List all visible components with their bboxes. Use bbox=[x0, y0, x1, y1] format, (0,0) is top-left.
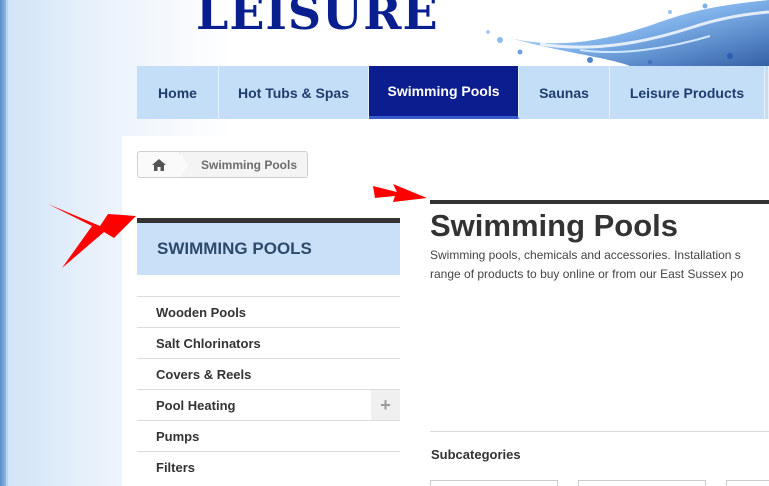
sidebar-category-list: Wooden Pools Salt Chlorinators Covers & … bbox=[137, 296, 400, 482]
sidebar-item-label: Pool Heating bbox=[156, 397, 236, 413]
subcategory-card[interactable] bbox=[726, 480, 769, 486]
subcategory-card[interactable] bbox=[578, 480, 706, 486]
nav-item-hot-tubs-spas[interactable]: Hot Tubs & Spas bbox=[219, 66, 369, 119]
sidebar-item-filters[interactable]: Filters bbox=[137, 451, 400, 482]
page-title: Swimming Pools bbox=[430, 208, 679, 243]
sidebar-item-label: Filters bbox=[156, 459, 196, 475]
sidebar-item-label: Covers & Reels bbox=[156, 366, 252, 382]
sidebar-item-label: Wooden Pools bbox=[156, 304, 247, 320]
subcategories-rule bbox=[430, 431, 769, 432]
subcategories-heading: Subcategories bbox=[431, 447, 521, 462]
description-line: range of products to buy online or from … bbox=[430, 267, 744, 281]
nav-item-swimming-pools[interactable]: Swimming Pools bbox=[369, 66, 519, 119]
breadcrumb: Swimming Pools bbox=[137, 151, 308, 178]
water-splash-graphic bbox=[486, 0, 769, 66]
main-navigation: Home Hot Tubs & Spas Swimming Pools Saun… bbox=[137, 66, 769, 119]
nav-item-home[interactable]: Home bbox=[137, 66, 219, 119]
site-logo[interactable]: LEISURE bbox=[196, 0, 439, 40]
title-rule bbox=[430, 200, 769, 204]
nav-item-leisure-products[interactable]: Leisure Products bbox=[610, 66, 765, 119]
annotation-double-arrow-icon bbox=[373, 184, 427, 202]
sidebar-item-label: Salt Chlorinators bbox=[156, 335, 261, 351]
sidebar-item-pumps[interactable]: Pumps bbox=[137, 420, 400, 451]
subcategory-card[interactable] bbox=[430, 480, 558, 486]
breadcrumb-current: Swimming Pools bbox=[201, 157, 298, 172]
sidebar-item-label: Pumps bbox=[156, 428, 200, 444]
annotation-arrow-icon bbox=[48, 204, 136, 268]
description-line: Swimming pools, chemicals and accessorie… bbox=[430, 248, 741, 262]
sidebar-item-wooden-pools[interactable]: Wooden Pools bbox=[137, 296, 400, 327]
window-left-edge-highlight bbox=[6, 0, 8, 486]
category-description: Swimming pools, chemicals and accessorie… bbox=[430, 246, 769, 284]
sidebar-item-salt-chlorinators[interactable]: Salt Chlorinators bbox=[137, 327, 400, 358]
breadcrumb-home-link[interactable] bbox=[138, 152, 180, 177]
expand-button[interactable]: + bbox=[371, 390, 400, 420]
sidebar-item-pool-heating[interactable]: Pool Heating + bbox=[137, 389, 400, 420]
nav-item-saunas[interactable]: Saunas bbox=[519, 66, 610, 119]
plus-icon: + bbox=[380, 394, 391, 415]
home-icon bbox=[151, 158, 166, 171]
sidebar-heading: SWIMMING POOLS bbox=[137, 218, 400, 275]
breadcrumb-separator bbox=[179, 151, 189, 178]
sidebar-item-covers-reels[interactable]: Covers & Reels bbox=[137, 358, 400, 389]
nav-item-overflow bbox=[765, 66, 769, 119]
